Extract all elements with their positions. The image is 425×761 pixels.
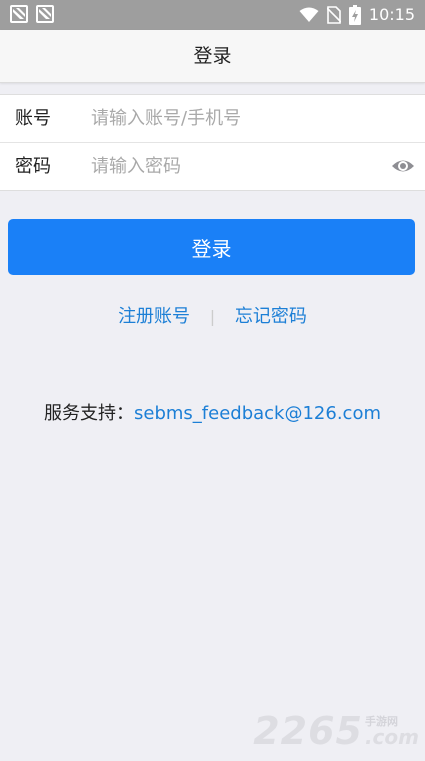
- password-label: 密码: [15, 156, 51, 177]
- notification-icon: [10, 5, 28, 23]
- auth-links: 注册账号 | 忘记密码: [0, 302, 425, 332]
- watermark-logo: 2265 手游网 .com: [253, 711, 419, 751]
- login-form: 账号 密码: [0, 94, 425, 191]
- status-notifications: [10, 5, 54, 23]
- support-info: 服务支持：sebms_feedback@126.com: [0, 400, 425, 428]
- account-input[interactable]: [91, 103, 371, 133]
- watermark-side: 手游网 .com: [365, 716, 419, 747]
- watermark-com: .com: [364, 725, 419, 749]
- status-indicators: 10:15: [299, 4, 415, 26]
- battery-charging-icon: [348, 5, 361, 25]
- login-button[interactable]: 登录: [8, 219, 415, 275]
- watermark-number: 2265: [253, 709, 363, 753]
- account-row: 账号: [0, 95, 425, 142]
- password-row: 密码: [0, 142, 425, 190]
- header: 登录: [0, 30, 425, 83]
- eye-icon[interactable]: [391, 156, 415, 176]
- password-input[interactable]: [91, 151, 371, 181]
- status-bar: 10:15: [0, 0, 425, 30]
- link-separator: |: [209, 307, 216, 326]
- notification-icon: [36, 5, 54, 23]
- forgot-password-link[interactable]: 忘记密码: [235, 306, 307, 327]
- status-time: 10:15: [368, 5, 415, 24]
- register-link[interactable]: 注册账号: [118, 306, 190, 327]
- wifi-icon: [299, 7, 319, 22]
- page-title: 登录: [193, 45, 232, 67]
- account-label: 账号: [15, 108, 51, 129]
- support-label: 服务支持：: [44, 403, 134, 424]
- support-email-link[interactable]: sebms_feedback@126.com: [134, 403, 381, 424]
- no-sim-icon: [326, 6, 341, 24]
